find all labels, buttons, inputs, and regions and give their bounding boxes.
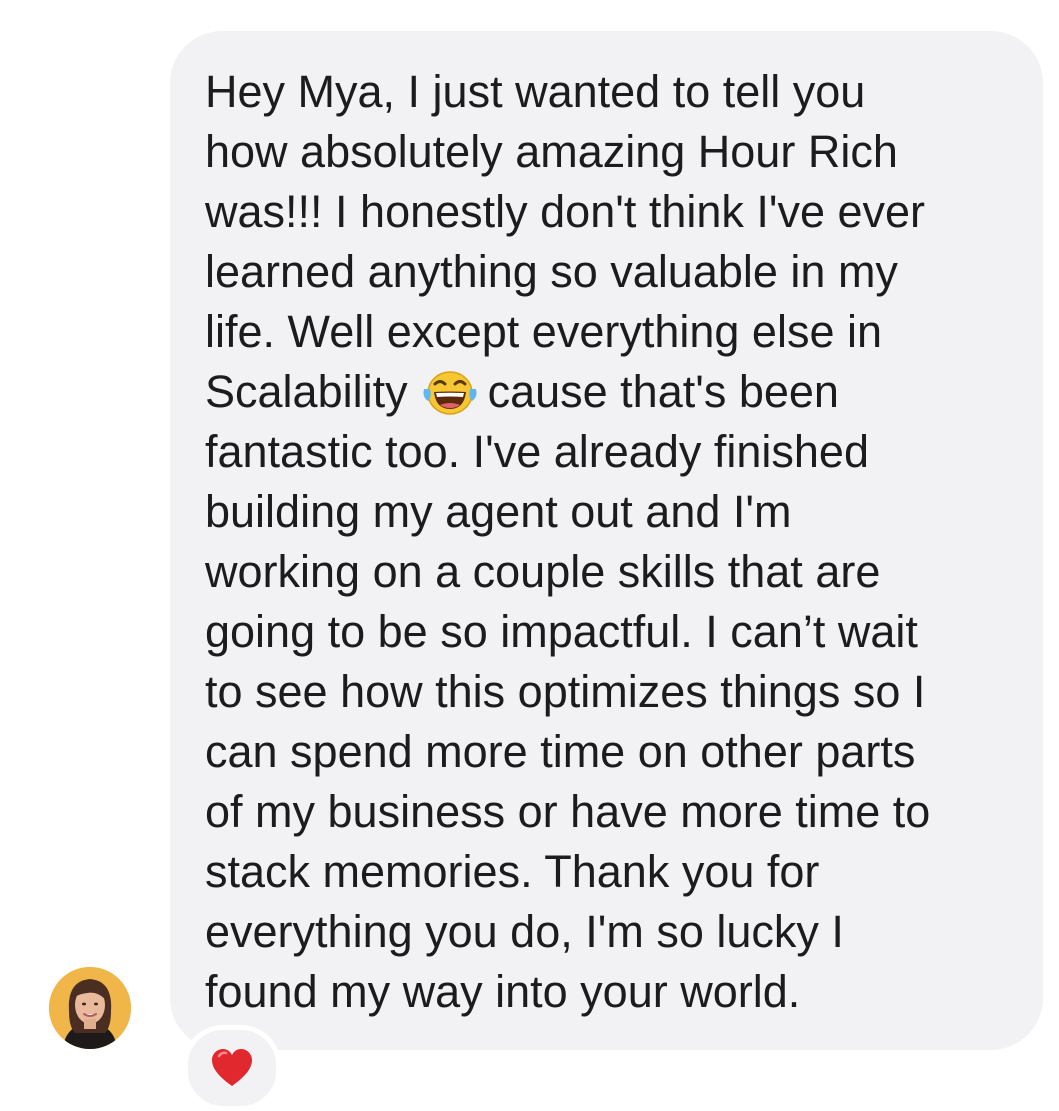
message-line: learned anything so valuable in my	[205, 246, 898, 297]
red-heart-icon	[212, 1049, 252, 1086]
message-line-part: cause that's been	[487, 366, 839, 417]
message-line: building my agent out and I'm	[205, 486, 792, 537]
message-line-part: Scalability	[205, 366, 408, 417]
message-line: stack memories. Thank you for	[205, 846, 820, 897]
message-line: of my business or have more time to	[205, 786, 931, 837]
avatar[interactable]	[49, 967, 131, 1049]
message-line: can spend more time on other parts	[205, 726, 916, 777]
message-line: fantastic too. I've already finished	[205, 426, 869, 477]
message-line: how absolutely amazing Hour Rich	[205, 126, 898, 177]
message-line: everything you do, I'm so lucky I	[205, 906, 844, 957]
message-line: to see how this optimizes things so I	[205, 666, 926, 717]
message-line: was!!! I honestly don't think I've ever	[205, 186, 926, 237]
sender-avatar-icon	[49, 967, 131, 1049]
heart-reaction[interactable]	[183, 1025, 281, 1111]
laughing-with-tears-emoji-icon	[420, 367, 480, 417]
message-line: Hey Mya, I just wanted to tell you	[205, 66, 866, 117]
message-line: life. Well except everything else in	[205, 306, 882, 357]
message-line: found my way into your world.	[205, 966, 801, 1017]
message-line-with-emoji: Scalability cause that's been	[205, 362, 1035, 422]
message-line: going to be so impactful. I can’t wait	[205, 606, 918, 657]
message-line: working on a couple skills that are	[205, 546, 881, 597]
message-text: Hey Mya, I just wanted to tell you how a…	[205, 62, 1035, 1022]
